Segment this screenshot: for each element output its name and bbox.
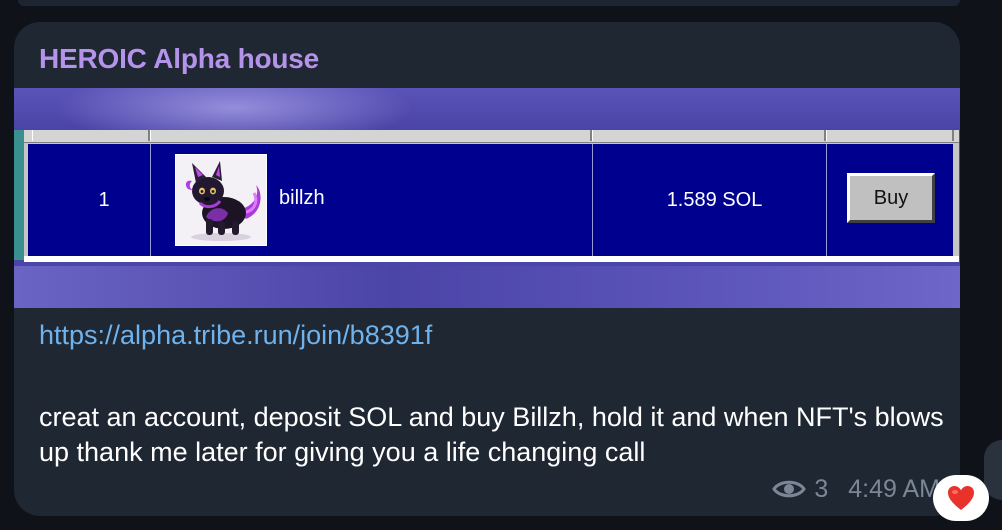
leaderboard-row: 1 billzh 1.589 SOL Buy	[28, 144, 953, 256]
view-count: 3	[814, 474, 829, 503]
token-name: billzh	[279, 187, 325, 209]
name-cell: billzh	[151, 144, 593, 256]
message-image[interactable]: 1 billzh 1.589 SOL Buy	[14, 88, 960, 308]
token-price: 1.589 SOL	[666, 188, 763, 211]
sender-name[interactable]: HEROIC Alpha house	[39, 43, 319, 75]
message-bubble[interactable]: HEROIC Alpha house 1 billzh 1.589 SOL Bu…	[14, 22, 960, 516]
rank-number: 1	[98, 188, 110, 211]
heart-icon	[948, 486, 974, 510]
image-teal-edge	[14, 130, 24, 260]
message-time: 4:49 AM	[848, 474, 940, 503]
avatar	[175, 154, 267, 246]
header-cell-price	[592, 130, 826, 141]
rank-cell: 1	[28, 144, 151, 256]
leaderboard-header	[24, 130, 959, 143]
image-bottom-band	[14, 266, 960, 308]
buy-button: Buy	[847, 173, 935, 223]
message-text: creat an account, deposit SOL and buy Bi…	[39, 402, 944, 467]
leaderboard-bottom-border	[24, 256, 959, 262]
header-cell-rank	[32, 130, 150, 141]
invite-link[interactable]: https://alpha.tribe.run/join/b8391f	[39, 320, 432, 351]
eye-icon	[772, 480, 807, 498]
buy-button-label: Buy	[873, 186, 909, 209]
header-cell-name	[150, 130, 592, 141]
price-cell: 1.589 SOL	[593, 144, 827, 256]
message-meta: 3 4:49 AM	[772, 472, 940, 506]
header-cell-action	[826, 130, 954, 141]
leaderboard-table: 1 billzh 1.589 SOL Buy	[24, 130, 959, 262]
previous-message-edge	[18, 0, 960, 6]
wolf-pup-icon	[185, 161, 261, 241]
action-cell: Buy	[827, 144, 953, 256]
reaction-badge[interactable]	[933, 475, 989, 521]
